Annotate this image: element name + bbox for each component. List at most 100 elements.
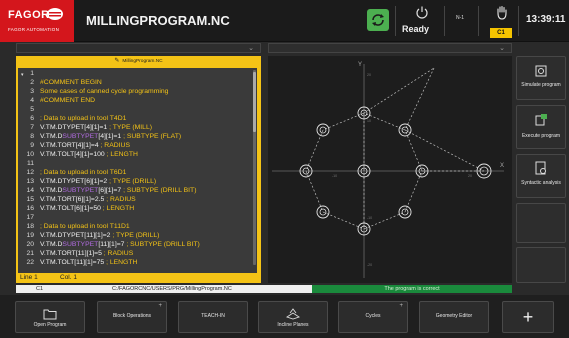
line-text: V.TM.TOLT[4][1]=100 ; LENGTH — [40, 151, 138, 158]
rapid-move-line — [363, 211, 406, 230]
open-program-label: Open Program — [33, 322, 67, 328]
toolpath-plot: X Y -20 -10 0 10 20 20 10 0 -10 -20 — [272, 62, 504, 278]
code-line[interactable]: 2 #COMMENT BEGIN — [18, 79, 254, 87]
more-softkeys-button[interactable]: + — [502, 301, 554, 333]
execute-icon — [535, 114, 547, 126]
code-line[interactable]: 15 V.TM.TORT[6][1]=2.5 ; RADIUS — [18, 196, 254, 204]
code-line[interactable]: 1 — [18, 70, 254, 78]
simulate-icon — [535, 65, 547, 77]
cycle-status-icon[interactable] — [367, 9, 389, 31]
geometry-editor-button[interactable]: Geometry Editor — [419, 301, 489, 333]
cycles-button[interactable]: + Cycles — [338, 301, 408, 333]
line-text: V.TM.DTYPET[4][1]=1 ; TYPE (MILL) — [40, 124, 153, 131]
rapid-move-line — [404, 129, 485, 172]
top-bar: FAGOR FAGOR AUTOMATION MILLINGPROGRAM.NC… — [0, 0, 569, 42]
code-line[interactable]: 4 #COMMENT END — [18, 97, 254, 105]
line-number: 6 — [30, 115, 34, 122]
line-number: 16 — [26, 205, 34, 212]
validation-message: The program is correct — [312, 285, 512, 293]
code-line[interactable]: 14 V.TM.DSUBTYPET[6][1]=7 ; SUBTYPE (DRIL… — [18, 187, 254, 195]
line-number: 20 — [26, 241, 34, 248]
line-number: 2 — [30, 79, 34, 86]
incline-planes-button[interactable]: Incline Planes — [258, 301, 328, 333]
code-area[interactable]: ▾ 1 2 #COMMENT BEGIN 3 Some cases of canned … — [18, 68, 257, 273]
rapid-move-line — [404, 170, 423, 213]
line-text: ; Data to upload in tool T6D1 — [40, 169, 127, 176]
block-operations-button[interactable]: + Block Operations — [97, 301, 167, 333]
machine-status: Ready — [402, 24, 430, 34]
simulate-program-button[interactable]: Simulate program — [516, 56, 566, 100]
line-text: Some cases of canned cycle programming — [40, 88, 169, 95]
chevron-down-icon: ⌄ — [248, 45, 254, 52]
program-editor: ✎ MillingProgram.NC ▾ 1 2 #COMMENT BEGIN 3 So… — [16, 56, 261, 283]
code-line[interactable]: 16 V.TM.TOLT[6][1]=50 ; LENGTH — [18, 205, 254, 213]
code-line[interactable]: 21 V.TM.TORT[11][1]=5 ; RADIUS — [18, 250, 254, 258]
line-text: ; Data to upload in tool T11D1 — [40, 223, 130, 230]
line-text: V.TM.TORT[6][1]=2.5 ; RADIUS — [40, 196, 136, 203]
incline-plane-icon — [286, 308, 300, 320]
clock: 13:39:11 — [526, 14, 566, 25]
rapid-move-line — [305, 129, 324, 172]
code-line[interactable]: 12 ; Data to upload in tool T6D1 — [18, 169, 254, 177]
header-divider — [444, 6, 445, 36]
brand-name: FAGOR — [8, 9, 50, 21]
code-line[interactable]: 19 V.TM.DTYPET[11][1]=2 ; TYPE (DRILL) — [18, 232, 254, 240]
header-divider — [478, 6, 479, 36]
editor-status-line: Line 1 Col. 1 — [18, 274, 257, 282]
teach-in-button[interactable]: TEACH-IN — [178, 301, 248, 333]
code-line[interactable]: 8 V.TM.DSUBTYPET[4][1]=1 ; SUBTYPE (FLAT) — [18, 133, 254, 141]
code-line[interactable]: 6 ; Data to upload in tool T4D1 — [18, 115, 254, 123]
execute-program-button[interactable]: Execute program — [516, 105, 566, 149]
plus-icon: + — [522, 307, 534, 327]
line-number: 15 — [26, 196, 34, 203]
syntactic-analysis-button[interactable]: Syntactic analysis — [516, 154, 566, 198]
editor-file-name: MillingProgram.NC — [122, 59, 163, 64]
channel-badge[interactable]: C1 — [490, 28, 512, 38]
info-channel: C1 — [36, 286, 44, 292]
y-tick-label: -10 — [367, 216, 372, 220]
fagor-logo: FAGOR FAGOR AUTOMATION — [0, 0, 74, 42]
graphics-view[interactable]: X Y -20 -10 0 10 20 20 10 0 -10 -20 — [268, 56, 512, 283]
code-line[interactable]: 22 V.TM.TOLT[11][1]=75 ; LENGTH — [18, 259, 254, 267]
rapid-move-line — [404, 129, 423, 172]
line-number: 21 — [26, 250, 34, 257]
code-line[interactable]: 13 V.TM.DTYPET[6][1]=2 ; TYPE (DRILL) — [18, 178, 254, 186]
block-operations-label: Block Operations — [112, 313, 152, 319]
code-line[interactable]: 17 — [18, 214, 254, 222]
line-number: 5 — [30, 106, 34, 113]
line-number: 14 — [26, 187, 34, 194]
line-text: V.TM.DSUBTYPET[11][1]=7 ; SUBTYPE (DRILL… — [40, 241, 200, 248]
syntax-check-icon — [535, 161, 546, 175]
code-line[interactable]: 5 — [18, 106, 254, 114]
y-tick-label: 10 — [367, 119, 371, 123]
graphics-breadcrumb[interactable]: ⌄ — [268, 43, 512, 53]
rapid-move-line — [322, 112, 365, 131]
code-line[interactable]: 20 V.TM.DSUBTYPET[11][1]=7 ; SUBTYPE (DRI… — [18, 241, 254, 249]
brand-subtitle: FAGOR AUTOMATION — [8, 27, 60, 32]
expand-plus-icon: + — [399, 303, 403, 309]
code-line[interactable]: 11 — [18, 160, 254, 168]
y-axis-label: Y — [358, 62, 362, 68]
code-line[interactable]: 18 ; Data to upload in tool T11D1 — [18, 223, 254, 231]
teach-in-label: TEACH-IN — [201, 313, 225, 319]
code-line[interactable]: 3 Some cases of canned cycle programming — [18, 88, 254, 96]
empty-side-button[interactable] — [516, 203, 566, 243]
syntactic-analysis-label: Syntactic analysis — [521, 180, 561, 186]
code-line[interactable]: 7 V.TM.DTYPET[4][1]=1 ; TYPE (MILL) — [18, 124, 254, 132]
cursor-line: Line 1 — [20, 274, 38, 281]
code-line[interactable]: 10 V.TM.TOLT[4][1]=100 ; LENGTH — [18, 151, 254, 159]
header-divider — [395, 6, 396, 36]
file-path: C:/FAGORCNC/USERS/PRG/MillingProgram.NC — [112, 286, 232, 292]
x-axis-label: X — [500, 163, 504, 169]
open-program-button[interactable]: Open Program — [15, 301, 85, 333]
hand-icon[interactable] — [495, 5, 509, 21]
x-tick-label: 20 — [468, 174, 472, 178]
execute-program-label: Execute program — [521, 133, 561, 139]
line-text: V.TM.TOLT[11][1]=75 ; LENGTH — [40, 259, 138, 266]
editor-breadcrumb[interactable]: ⌄ — [16, 43, 261, 53]
x-tick-label: -10 — [332, 174, 337, 178]
empty-side-button[interactable] — [516, 247, 566, 283]
line-number: 10 — [26, 151, 34, 158]
line-number: 22 — [26, 259, 34, 266]
code-line[interactable]: 9 V.TM.TORT[4][1]=4 ; RADIUS — [18, 142, 254, 150]
